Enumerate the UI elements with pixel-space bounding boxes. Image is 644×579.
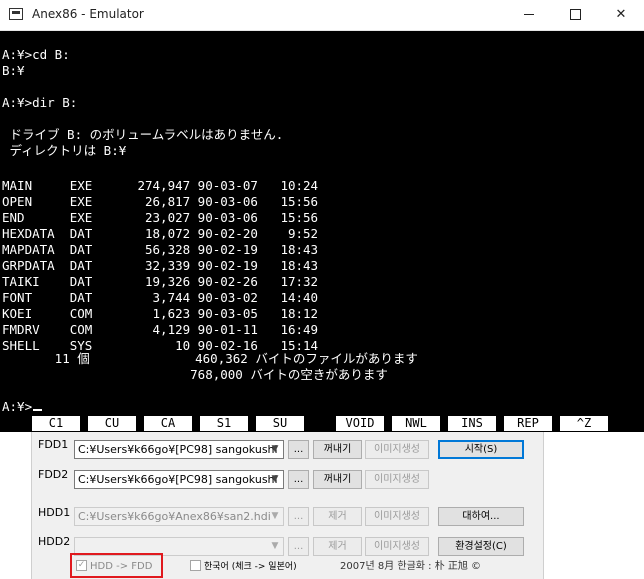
fkey-ins[interactable]: INS [448, 416, 496, 431]
dir-entry: TAIKI DAT 19,326 90-02-26 17:32 [2, 274, 319, 289]
close-button[interactable]: ✕ [598, 0, 644, 30]
terminal-line: ディレクトリは B:¥ [2, 143, 127, 158]
hdd2-create-image-button[interactable]: 이미지생성 [365, 537, 429, 556]
fdd1-eject-button[interactable]: 꺼내기 [313, 440, 362, 459]
dir-summary-files: 11 個 460,362 バイトのファイルがあります [2, 351, 418, 366]
fkey-s1[interactable]: S1 [200, 416, 248, 431]
prompt-line: A:¥> [2, 399, 43, 415]
fkey-ctrl-z[interactable]: ^Z [560, 416, 608, 431]
start-button[interactable]: 시작(S) [438, 440, 524, 459]
settings-button[interactable]: 환경설정(C) [438, 537, 524, 556]
fdd2-create-image-button[interactable]: 이미지생성 [365, 470, 429, 489]
fdd1-browse-button[interactable]: ... [288, 440, 309, 459]
hdd2-label: HDD2 [38, 535, 71, 548]
dir-summary-free: 768,000 バイトの空きがあります [2, 367, 388, 382]
fdd2-browse-button[interactable]: ... [288, 470, 309, 489]
terminal-screen[interactable]: A:¥>cd B: B:¥ A:¥>dir B: ドライブ B: のボリュームラ… [0, 31, 644, 416]
fkey-ca[interactable]: CA [144, 416, 192, 431]
checkbox-icon [190, 560, 201, 571]
fkey-rep[interactable]: REP [504, 416, 552, 431]
minimize-button[interactable] [506, 0, 552, 30]
minimize-icon [524, 14, 534, 15]
text-cursor [33, 409, 43, 411]
hdd1-browse-button[interactable]: ... [288, 507, 309, 526]
chevron-down-icon: ▼ [271, 511, 279, 521]
window-title: Anex86 - Emulator [32, 7, 144, 21]
about-button[interactable]: 대하여... [438, 507, 524, 526]
hdd1-create-image-button[interactable]: 이미지생성 [365, 507, 429, 526]
dir-entry: OPEN EXE 26,817 90-03-06 15:56 [2, 194, 319, 209]
fkey-c1[interactable]: C1 [32, 416, 80, 431]
chevron-down-icon: ▼ [271, 474, 279, 484]
fkey-nwl[interactable]: NWL [392, 416, 440, 431]
app-icon [9, 8, 23, 20]
korean-label: 한국어 (체크 -> 일본어) [204, 562, 297, 572]
terminal-line: ドライブ B: のボリュームラベルはありません. [2, 127, 284, 142]
chevron-down-icon: ▼ [271, 541, 279, 551]
fkey-void[interactable]: VOID [336, 416, 384, 431]
dir-entry: MAIN EXE 274,947 90-03-07 10:24 [2, 178, 319, 193]
hdd1-remove-button[interactable]: 제거 [313, 507, 362, 526]
fkey-su[interactable]: SU [256, 416, 304, 431]
dir-entry: MAPDATA DAT 56,328 90-02-19 18:43 [2, 242, 319, 257]
dir-entry: FMDRV COM 4,129 90-01-11 16:49 [2, 322, 319, 337]
maximize-icon [569, 9, 581, 20]
fdd2-path-value: C:¥Users¥k66go¥[PC98] sangokushi [78, 473, 278, 486]
hdd2-remove-button[interactable]: 제거 [313, 537, 362, 556]
fdd2-eject-button[interactable]: 꺼내기 [313, 470, 362, 489]
terminal-line: A:¥>dir B: [2, 95, 78, 110]
hdd1-label: HDD1 [38, 506, 71, 519]
dir-entry: FONT DAT 3,744 90-03-02 14:40 [2, 290, 319, 305]
fdd1-create-image-button[interactable]: 이미지생성 [365, 440, 429, 459]
fkey-cu[interactable]: CU [88, 416, 136, 431]
fdd2-label: FDD2 [38, 468, 69, 481]
title-bar: Anex86 - Emulator ✕ [0, 0, 644, 31]
fdd1-label: FDD1 [38, 438, 69, 451]
dir-entry: HEXDATA DAT 18,072 90-02-20 9:52 [2, 226, 319, 241]
dir-entry: KOEI COM 1,623 90-03-05 18:12 [2, 306, 319, 321]
function-key-bar: C1 CU CA S1 SU VOID NWL INS REP ^Z [0, 416, 644, 432]
fdd2-path-select[interactable]: C:¥Users¥k66go¥[PC98] sangokushi ▼ [74, 470, 284, 489]
fdd1-path-value: C:¥Users¥k66go¥[PC98] sangokushi [78, 443, 278, 456]
dir-entry: GRPDATA DAT 32,339 90-02-19 18:43 [2, 258, 319, 273]
prompt-text: A:¥> [2, 399, 33, 414]
korean-checkbox[interactable]: 한국어 (체크 -> 일본어) [190, 560, 297, 574]
credit-text: 2007년 8月 한글화 : 朴 正旭 © [340, 561, 482, 572]
hdd2-browse-button[interactable]: ... [288, 537, 309, 556]
terminal-line: B:¥ [2, 63, 25, 78]
maximize-button[interactable] [552, 0, 598, 30]
dir-entry: END EXE 23,027 90-03-06 15:56 [2, 210, 319, 225]
chevron-down-icon: ▼ [271, 444, 279, 454]
highlight-annotation [70, 553, 163, 578]
fdd1-path-select[interactable]: C:¥Users¥k66go¥[PC98] sangokushi ▼ [74, 440, 284, 459]
terminal-line: A:¥>cd B: [2, 47, 70, 62]
hdd1-path-value: C:¥Users¥k66go¥Anex86¥san2.hdi [78, 510, 271, 523]
hdd1-path-select[interactable]: C:¥Users¥k66go¥Anex86¥san2.hdi ▼ [74, 507, 284, 526]
close-icon: ✕ [615, 7, 627, 22]
